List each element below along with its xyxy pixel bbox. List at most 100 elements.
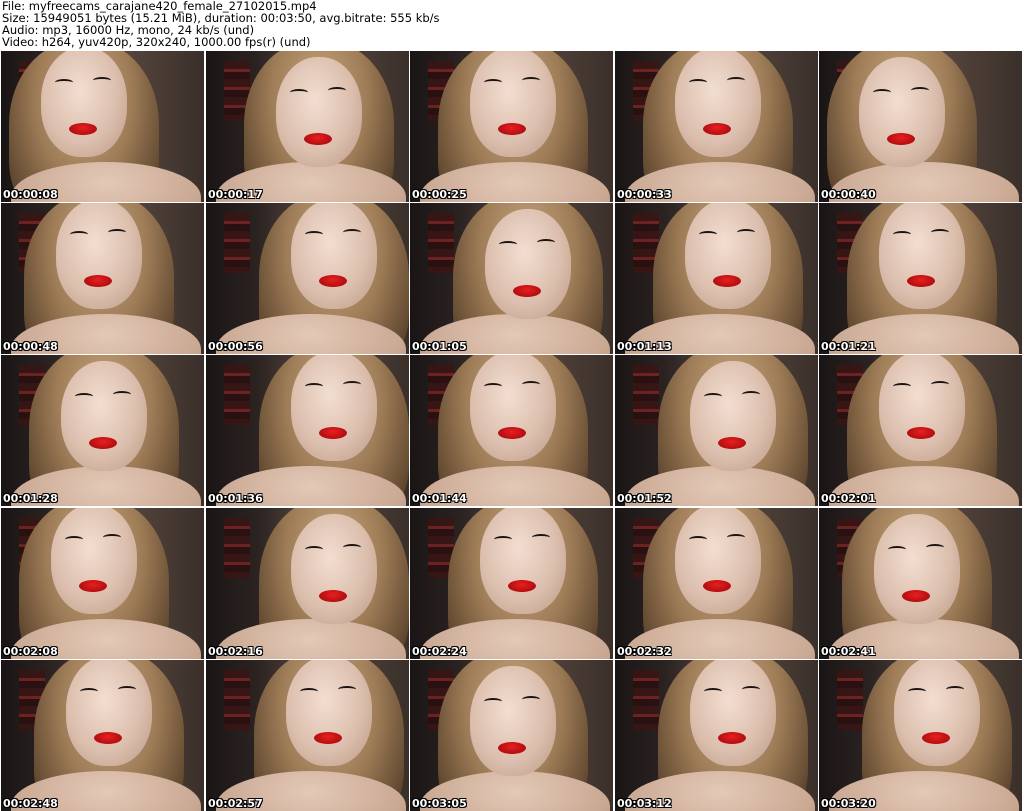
eye xyxy=(305,546,323,553)
wall-poster xyxy=(633,365,659,425)
face xyxy=(859,57,945,167)
face xyxy=(470,666,556,776)
eye xyxy=(893,231,911,238)
thumbnail-timestamp: 00:00:17 xyxy=(208,188,263,201)
video-thumbnail: 00:00:40 xyxy=(819,51,1022,202)
thumbnail-timestamp: 00:02:32 xyxy=(617,645,672,658)
video-thumbnail: 00:02:41 xyxy=(819,508,1022,659)
face xyxy=(480,508,566,614)
video-thumbnail: 00:03:12 xyxy=(615,660,818,811)
face xyxy=(291,355,377,461)
eye xyxy=(946,686,964,693)
video-thumbnail: 00:00:33 xyxy=(615,51,818,202)
face xyxy=(675,51,761,157)
eye xyxy=(888,546,906,553)
video-thumbnail: 00:02:24 xyxy=(410,508,613,659)
thumbnail-timestamp: 00:01:05 xyxy=(412,340,467,353)
eye xyxy=(689,79,707,86)
eye xyxy=(727,534,745,541)
face xyxy=(286,660,372,766)
thumbnail-timestamp: 00:01:21 xyxy=(821,340,876,353)
eye xyxy=(305,231,323,238)
video-thumbnail: 00:00:48 xyxy=(1,203,204,354)
eye xyxy=(484,79,502,86)
eye xyxy=(328,87,346,94)
video-thumbnail: 00:01:52 xyxy=(615,355,818,506)
face xyxy=(470,355,556,461)
face xyxy=(470,51,556,157)
red-lips xyxy=(718,732,746,744)
eye xyxy=(893,383,911,390)
red-lips xyxy=(304,133,332,145)
video-thumbnail: 00:02:48 xyxy=(1,660,204,811)
red-lips xyxy=(314,732,342,744)
face xyxy=(675,508,761,614)
wall-poster xyxy=(224,213,250,273)
thumbnail-timestamp: 00:01:28 xyxy=(3,492,58,505)
red-lips xyxy=(498,123,526,135)
thumbnail-timestamp: 00:02:16 xyxy=(208,645,263,658)
thumbnail-timestamp: 00:01:36 xyxy=(208,492,263,505)
eye xyxy=(522,696,540,703)
face xyxy=(276,57,362,167)
thumbnail-timestamp: 00:01:13 xyxy=(617,340,672,353)
eye xyxy=(537,239,555,246)
eye xyxy=(113,391,131,398)
red-lips xyxy=(84,275,112,287)
eye xyxy=(704,393,722,400)
thumbnail-timestamp: 00:00:48 xyxy=(3,340,58,353)
eye xyxy=(80,688,98,695)
face xyxy=(291,203,377,309)
eye xyxy=(65,536,83,543)
thumbnail-timestamp: 00:00:08 xyxy=(3,188,58,201)
red-lips xyxy=(508,580,536,592)
red-lips xyxy=(902,590,930,602)
red-lips xyxy=(718,437,746,449)
video-thumbnail: 00:01:21 xyxy=(819,203,1022,354)
eye xyxy=(75,393,93,400)
video-thumbnail: 00:01:36 xyxy=(206,355,409,506)
eye xyxy=(522,77,540,84)
wall-poster xyxy=(224,670,250,730)
thumbnail-timestamp: 00:00:56 xyxy=(208,340,263,353)
video-thumbnail: 00:01:44 xyxy=(410,355,613,506)
eye xyxy=(93,77,111,84)
face xyxy=(61,361,147,471)
eye xyxy=(338,686,356,693)
video-thumbnail: 00:02:32 xyxy=(615,508,818,659)
eye xyxy=(931,229,949,236)
red-lips xyxy=(498,742,526,754)
face xyxy=(685,203,771,309)
thumbnail-timestamp: 00:02:01 xyxy=(821,492,876,505)
eye xyxy=(343,544,361,551)
eye xyxy=(484,383,502,390)
face xyxy=(41,51,127,157)
thumbnail-timestamp: 00:02:24 xyxy=(412,645,467,658)
face xyxy=(879,355,965,461)
red-lips xyxy=(713,275,741,287)
red-lips xyxy=(498,427,526,439)
eye xyxy=(532,534,550,541)
wall-poster xyxy=(224,518,250,578)
eye xyxy=(103,534,121,541)
eye xyxy=(522,381,540,388)
red-lips xyxy=(922,732,950,744)
thumbnail-timestamp: 00:02:57 xyxy=(208,797,263,810)
eye xyxy=(305,383,323,390)
eye xyxy=(699,231,717,238)
thumbnail-timestamp: 00:00:40 xyxy=(821,188,876,201)
red-lips xyxy=(703,580,731,592)
video-thumbnail: 00:02:01 xyxy=(819,355,1022,506)
wall-poster xyxy=(224,365,250,425)
eye xyxy=(742,686,760,693)
eye xyxy=(108,229,126,236)
red-lips xyxy=(319,275,347,287)
eye xyxy=(704,688,722,695)
video-thumbnail: 00:01:13 xyxy=(615,203,818,354)
video-thumbnail: 00:02:08 xyxy=(1,508,204,659)
eye xyxy=(290,89,308,96)
eye xyxy=(873,89,891,96)
eye xyxy=(118,686,136,693)
red-lips xyxy=(703,123,731,135)
red-lips xyxy=(319,427,347,439)
